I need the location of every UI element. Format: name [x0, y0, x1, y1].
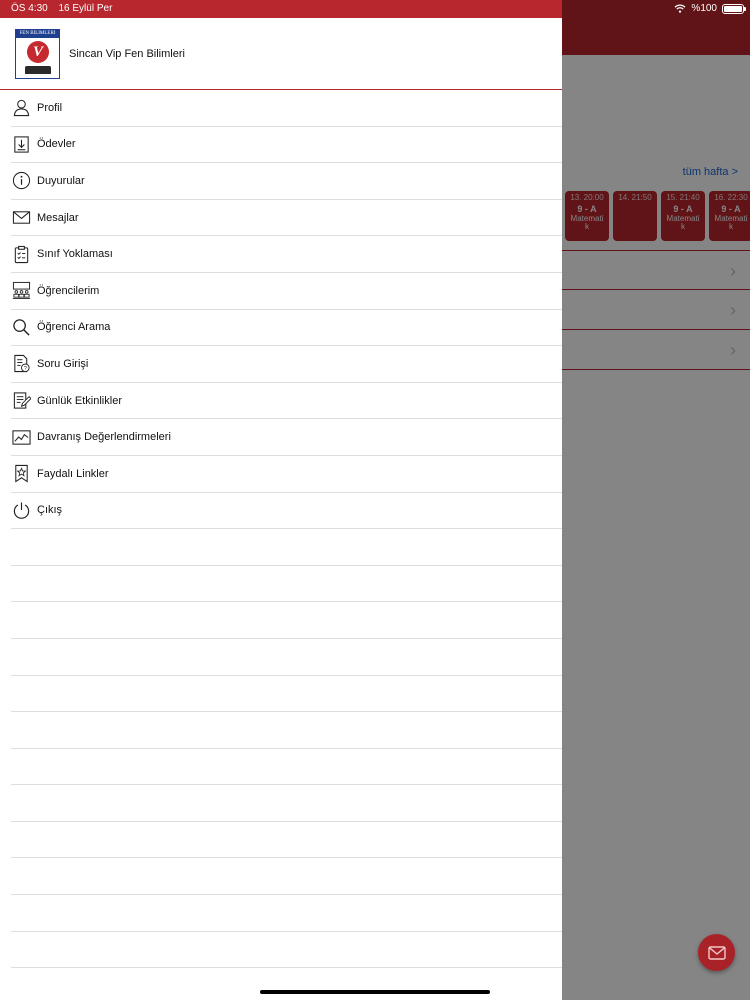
menu-item-cikis[interactable]: Çıkış — [11, 493, 562, 530]
compose-message-button[interactable] — [698, 934, 735, 971]
chart-icon — [11, 429, 31, 445]
star-bookmark-icon — [14, 465, 28, 483]
menu-item-label: Öğrencilerim — [37, 284, 100, 297]
menu-item-sinif-yoklamasi[interactable]: Sınıf Yoklaması — [11, 236, 562, 273]
download-document-icon — [13, 136, 29, 153]
classroom-icon — [12, 282, 30, 300]
empty-row — [11, 968, 562, 1000]
empty-row — [11, 749, 562, 786]
wifi-icon — [674, 4, 686, 13]
status-date: 16 Eylül Per — [58, 3, 113, 14]
envelope-icon — [12, 211, 30, 224]
search-icon — [12, 319, 30, 336]
logo-letter: V — [27, 40, 49, 63]
logo-base — [25, 65, 51, 74]
battery-icon — [722, 4, 746, 14]
person-icon — [13, 100, 29, 117]
empty-row — [11, 822, 562, 859]
menu-item-ogrencilerim[interactable]: Öğrencilerim — [11, 273, 562, 310]
drawer-header: FEN BİLİMLERİ V Sincan Vip Fen Bilimleri — [0, 18, 562, 90]
menu-item-label: Çıkış — [37, 504, 63, 517]
menu-item-odevler[interactable]: Ödevler — [11, 127, 562, 164]
status-bar: ÖS 4:30 16 Eylül Per %100 — [0, 0, 750, 18]
menu-item-profil[interactable]: Profil — [11, 90, 562, 127]
menu-item-faydali-linkler[interactable]: Faydalı Linkler — [11, 456, 562, 493]
menu-item-label: Duyurular — [37, 174, 85, 187]
menu-item-label: Mesajlar — [37, 211, 79, 224]
menu-item-label: Soru Girişi — [37, 357, 89, 370]
menu-item-davranis-degerlendirmeleri[interactable]: Davranış Değerlendirmeleri — [11, 419, 562, 456]
home-indicator — [260, 990, 490, 994]
navigation-drawer: FEN BİLİMLERİ V Sincan Vip Fen Bilimleri… — [0, 0, 562, 1000]
menu-item-label: Öğrenci Arama — [37, 321, 111, 334]
school-name: Sincan Vip Fen Bilimleri — [69, 47, 185, 60]
menu-item-soru-girisi[interactable]: ? Soru Girişi — [11, 346, 562, 383]
logo-banner-text: FEN BİLİMLERİ — [16, 29, 59, 38]
empty-row — [11, 602, 562, 639]
empty-row — [11, 639, 562, 676]
clipboard-icon — [14, 245, 28, 263]
menu-item-label: Sınıf Yoklaması — [37, 248, 113, 261]
menu-item-mesajlar[interactable]: Mesajlar — [11, 200, 562, 237]
empty-row — [11, 858, 562, 896]
svg-text:?: ? — [23, 366, 26, 372]
menu-item-label: Ödevler — [37, 138, 76, 151]
question-document-icon: ? — [13, 355, 30, 373]
menu-item-label: Davranış Değerlendirmeleri — [37, 431, 171, 444]
school-logo: FEN BİLİMLERİ V — [15, 28, 60, 79]
drawer-menu: Profil Ödevler Duyurular Mesajlar Sınıf … — [0, 90, 562, 1000]
menu-item-label: Profil — [37, 101, 63, 114]
empty-row — [11, 529, 562, 566]
power-icon — [13, 502, 29, 519]
menu-item-gunluk-etkinlikler[interactable]: Günlük Etkinlikler — [11, 383, 562, 420]
envelope-icon — [707, 945, 726, 960]
menu-item-duyurular[interactable]: Duyurular — [11, 163, 562, 200]
empty-row — [11, 895, 562, 932]
empty-row — [11, 566, 562, 603]
menu-item-label: Faydalı Linkler — [37, 467, 109, 480]
menu-item-label: Günlük Etkinlikler — [37, 394, 122, 407]
info-icon — [12, 172, 30, 190]
empty-row — [11, 712, 562, 749]
empty-row — [11, 785, 562, 822]
empty-row — [11, 932, 562, 969]
empty-row — [11, 676, 562, 713]
menu-item-ogrenci-arama[interactable]: Öğrenci Arama — [11, 310, 562, 347]
status-time: ÖS 4:30 — [11, 3, 48, 14]
battery-percent: %100 — [691, 3, 717, 14]
edit-document-icon — [13, 392, 31, 409]
